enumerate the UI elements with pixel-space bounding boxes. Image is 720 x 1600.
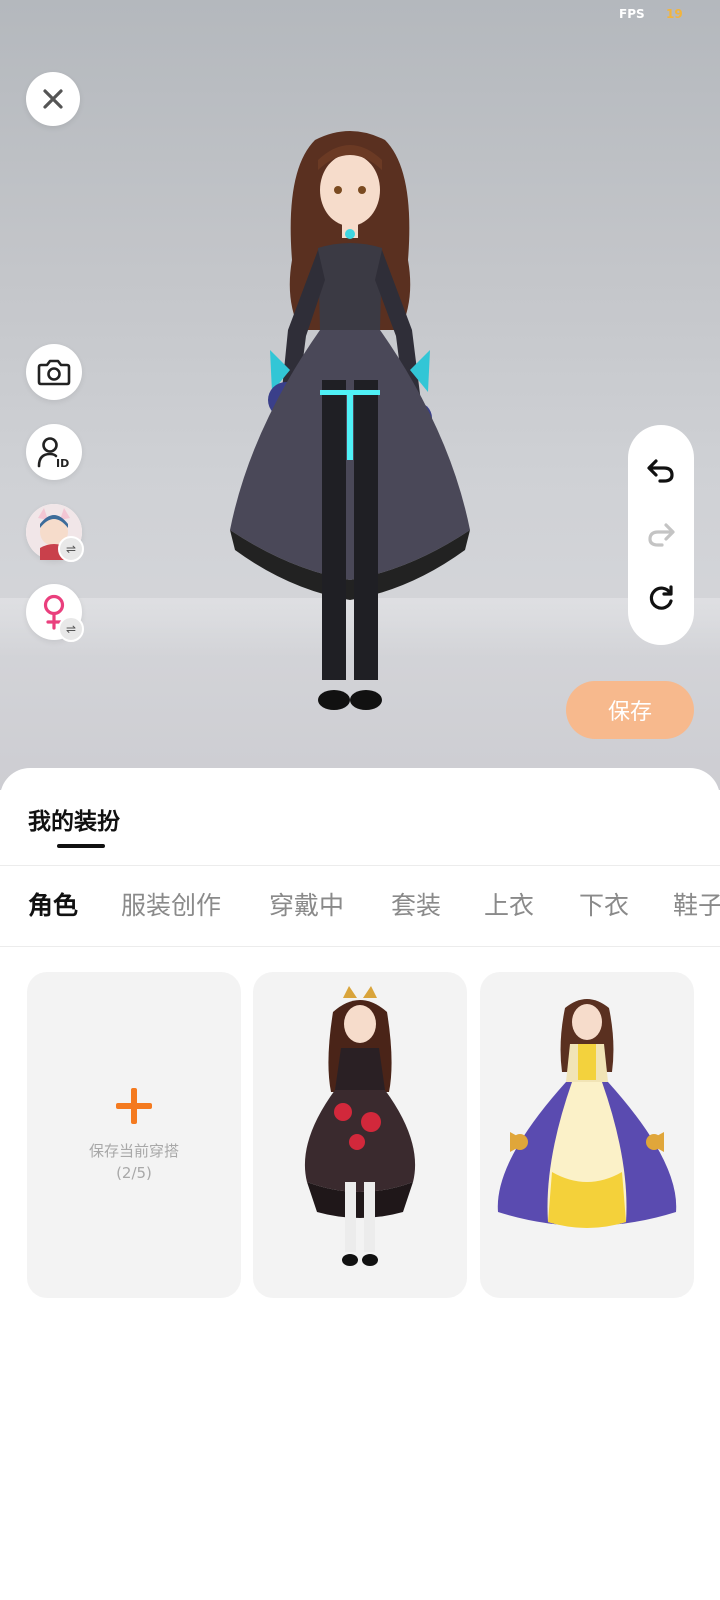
character-switch-button[interactable]: ⇌: [26, 504, 84, 562]
tab-bottoms[interactable]: 下衣: [579, 866, 629, 946]
camera-button[interactable]: [26, 344, 82, 400]
save-outfit-card[interactable]: 保存当前穿搭 (2/5): [27, 972, 241, 1298]
outfit-thumbnail: [304, 986, 416, 1266]
divider: [0, 946, 720, 947]
avatar-character[interactable]: [210, 130, 490, 730]
close-icon: [43, 89, 63, 109]
redo-button[interactable]: [641, 515, 681, 555]
reset-icon: [649, 585, 673, 610]
avatar-stage[interactable]: FPS 19 ID ⇌ ⇌ 保存: [0, 0, 720, 790]
swap-icon: ⇌: [58, 616, 84, 642]
tab-character[interactable]: 角色: [28, 866, 78, 946]
fps-value: 19: [666, 7, 683, 21]
tab-wearing[interactable]: 穿戴中: [269, 866, 344, 946]
outfit-sheet: 我的装扮 角色 服装创作 穿戴中 套装 上衣 下衣 鞋子 保存当前穿搭 (2/5…: [0, 768, 720, 1600]
swap-icon: ⇌: [58, 536, 84, 562]
outfit-thumbnail: [497, 999, 677, 1228]
tab-tops[interactable]: 上衣: [484, 866, 534, 946]
reset-button[interactable]: [641, 579, 681, 619]
gender-switch-button[interactable]: ⇌: [26, 584, 84, 642]
camera-icon: [37, 359, 71, 386]
undo-icon: [647, 459, 674, 483]
category-tabs: 角色 服装创作 穿戴中 套装 上衣 下衣 鞋子: [0, 866, 720, 946]
close-button[interactable]: [26, 72, 80, 126]
outfit-card[interactable]: [480, 972, 694, 1298]
tab-shoes[interactable]: 鞋子: [673, 866, 720, 946]
plus-icon: [114, 1086, 154, 1126]
save-outfit-count: (2/5): [116, 1164, 152, 1182]
save-outfit-label: 保存当前穿搭: [88, 1142, 179, 1160]
svg-text:ID: ID: [56, 457, 69, 469]
tab-outfit-creation[interactable]: 服装创作: [121, 866, 221, 946]
history-controls: [628, 425, 694, 645]
user-id-button[interactable]: ID: [26, 424, 82, 480]
save-button[interactable]: 保存: [566, 681, 694, 739]
fps-label: FPS: [619, 7, 645, 21]
undo-button[interactable]: [641, 451, 681, 491]
outfit-card[interactable]: [253, 972, 467, 1298]
redo-icon: [648, 523, 675, 547]
sheet-title-indicator: [57, 844, 105, 848]
sheet-title[interactable]: 我的装扮: [28, 802, 120, 836]
user-id-icon: ID: [37, 437, 69, 469]
tab-sets[interactable]: 套装: [391, 866, 441, 946]
